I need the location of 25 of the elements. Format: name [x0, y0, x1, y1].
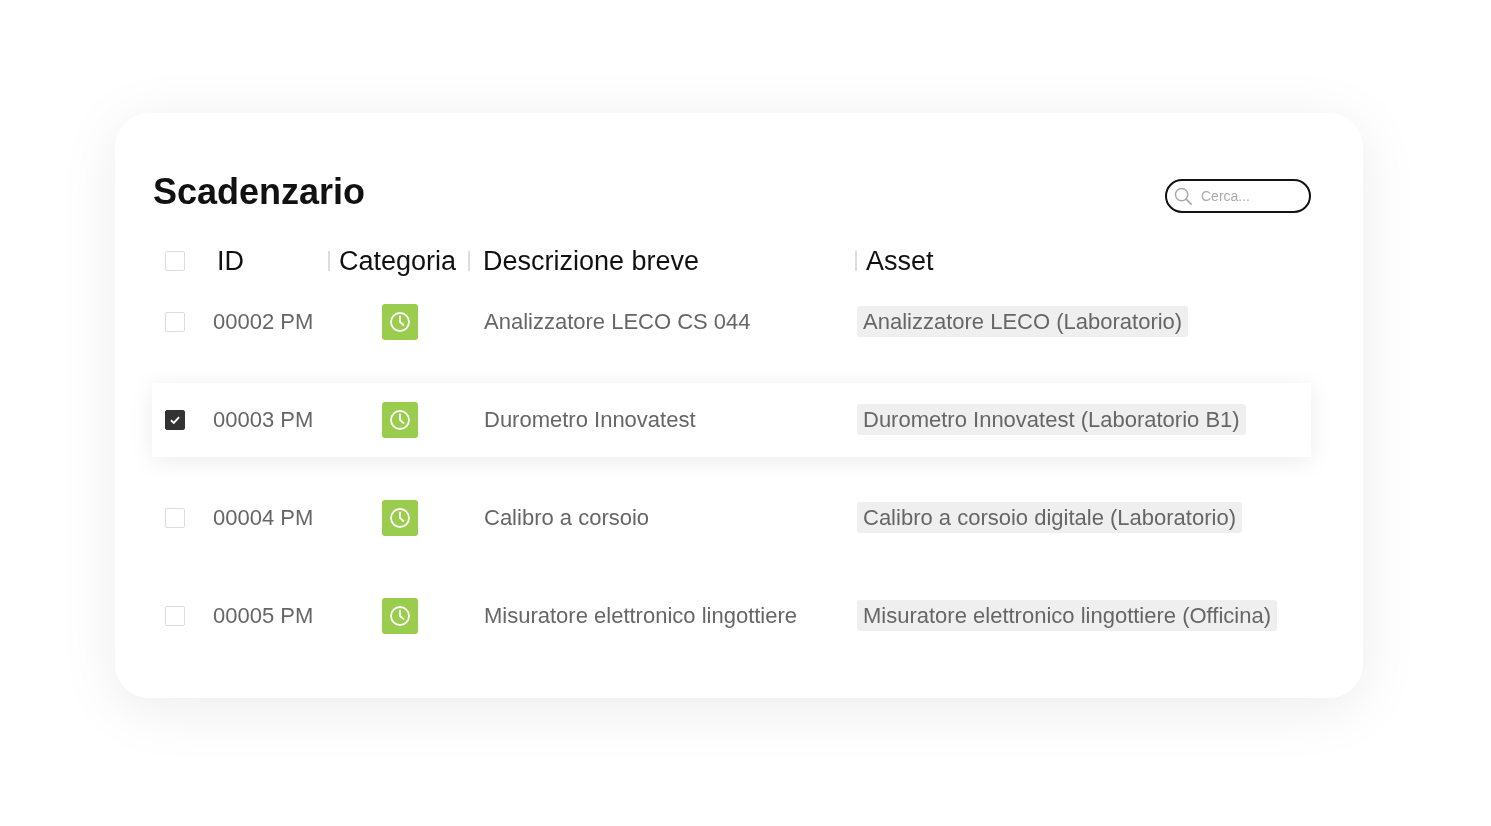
clock-icon: [382, 304, 418, 340]
search-icon: [1174, 187, 1193, 206]
description-cell: Calibro a corsoio: [484, 505, 650, 530]
column-header: Categoria: [339, 245, 457, 277]
clock-icon: [382, 402, 418, 438]
description-cell: Durometro Innovatest: [484, 407, 696, 432]
clock-icon: [382, 500, 418, 536]
column-header: Descrizione breve: [483, 245, 700, 277]
selected-row[interactable]: 00003 PM Durometro Innovatest Durometro Innovatest (Laboratorio B1): [152, 383, 1311, 457]
id-cell: 00003 PM: [213, 407, 314, 432]
asset-tag: Durometro Innovatest (Laboratorio B1): [857, 404, 1246, 435]
description-cell: Misuratore elettronico lingottiere: [484, 603, 798, 628]
checkbox[interactable]: [165, 410, 185, 430]
id-cell: 00005 PM: [213, 603, 314, 628]
description-cell: Analizzatore LECO CS 044: [484, 309, 751, 334]
column-header: Asset: [866, 245, 934, 277]
id-cell: 00004 PM: [213, 505, 314, 530]
asset-tag: Calibro a corsoio digitale (Laboratorio): [857, 502, 1242, 533]
clock-icon: [382, 598, 418, 634]
column-header: ID: [217, 245, 244, 277]
asset-tag: Misuratore elettronico lingottiere (Officina): [857, 600, 1277, 631]
page-title: Scadenzario: [153, 171, 366, 213]
asset-tag: Analizzatore LECO (Laboratorio): [857, 306, 1189, 337]
search-field[interactable]: Cerca...: [1165, 179, 1311, 213]
id-cell: 00002 PM: [213, 309, 314, 334]
